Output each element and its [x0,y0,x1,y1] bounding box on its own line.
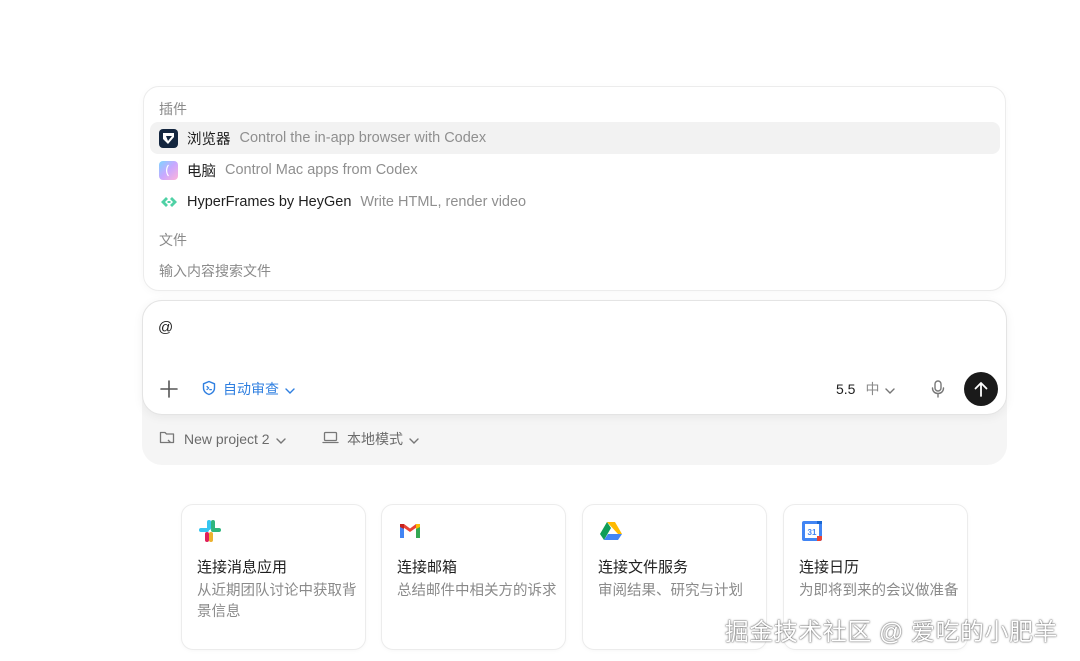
card-title: 连接消息应用 [197,559,288,576]
hyperframes-icon [159,193,178,212]
auto-review-button[interactable]: 自动审查 [201,377,295,401]
files-section-title: 文件 [159,232,187,248]
calendar-day: 31 [808,528,817,537]
review-shield-icon [201,380,217,399]
plugin-desc: Write HTML, render video [360,194,527,210]
google-calendar-icon: 31 [800,519,824,543]
gmail-icon [398,519,422,543]
card-title: 连接日历 [799,559,860,576]
chevron-down-icon [885,381,896,397]
chevron-down-icon [285,381,295,397]
connect-messaging-card[interactable]: 连接消息应用 从近期团队讨论中获取背景信息 [181,504,366,650]
plugin-name: 浏览器 [187,131,231,148]
model-version: 5.5 [836,381,856,397]
composer: @ 自动审查 5.5 中 [142,300,1007,415]
plugin-item-hyperframes[interactable]: HyperFrames by HeyGen Write HTML, render… [150,186,1000,218]
files-search-hint: 输入内容搜索文件 [159,263,271,279]
plugin-desc: Control the in-app browser with Codex [239,130,487,146]
card-description: 总结邮件中相关方的诉求 [397,583,557,599]
reasoning-effort: 中 [865,381,880,397]
mode-selector[interactable]: 本地模式 [322,427,419,451]
plugin-desc: Control Mac apps from Codex [225,162,418,178]
card-description: 审阅结果、研究与计划 [598,583,743,599]
google-drive-icon [599,519,623,543]
model-selector[interactable]: 5.5 中 [836,377,896,401]
slack-icon [198,519,222,543]
mode-label: 本地模式 [347,431,403,447]
plugin-item-computer[interactable]: 电脑 Control Mac apps from Codex [150,154,1000,186]
plugin-name: 电脑 [187,163,216,180]
add-attachment-button[interactable] [158,378,180,400]
auto-review-label: 自动审查 [223,381,279,397]
card-title: 连接文件服务 [598,559,689,576]
browser-icon [159,128,178,148]
project-selector[interactable]: New project 2 [159,427,286,451]
microphone-button[interactable] [928,377,948,401]
card-description: 从近期团队讨论中获取背景信息 [197,583,357,620]
mention-popup: 插件 浏览器 Control the in-app browser with C… [143,86,1006,291]
plugin-name: HyperFrames by HeyGen [187,194,352,210]
chevron-down-icon [409,431,419,447]
microphone-icon [931,380,945,398]
chevron-down-icon [275,431,286,447]
arrow-up-icon [974,382,988,397]
watermark: 掘金技术社区 @ 爱吃的小肥羊 [724,619,1058,646]
computer-icon [159,160,178,180]
card-description: 为即将到来的会议做准备 [799,583,959,599]
plugins-section-title: 插件 [159,101,187,117]
plugin-item-browser[interactable]: 浏览器 Control the in-app browser with Code… [150,122,1000,154]
connect-email-card[interactable]: 连接邮箱 总结邮件中相关方的诉求 [381,504,566,650]
plus-icon [160,380,178,398]
send-button[interactable] [964,372,998,406]
composer-container: @ 自动审查 5.5 中 New project 2 本地模式 [142,300,1007,465]
project-name: New project 2 [184,431,270,447]
prompt-input[interactable]: @ [158,319,173,336]
laptop-icon [322,431,339,447]
card-title: 连接邮箱 [397,559,458,576]
folder-icon [159,430,176,448]
